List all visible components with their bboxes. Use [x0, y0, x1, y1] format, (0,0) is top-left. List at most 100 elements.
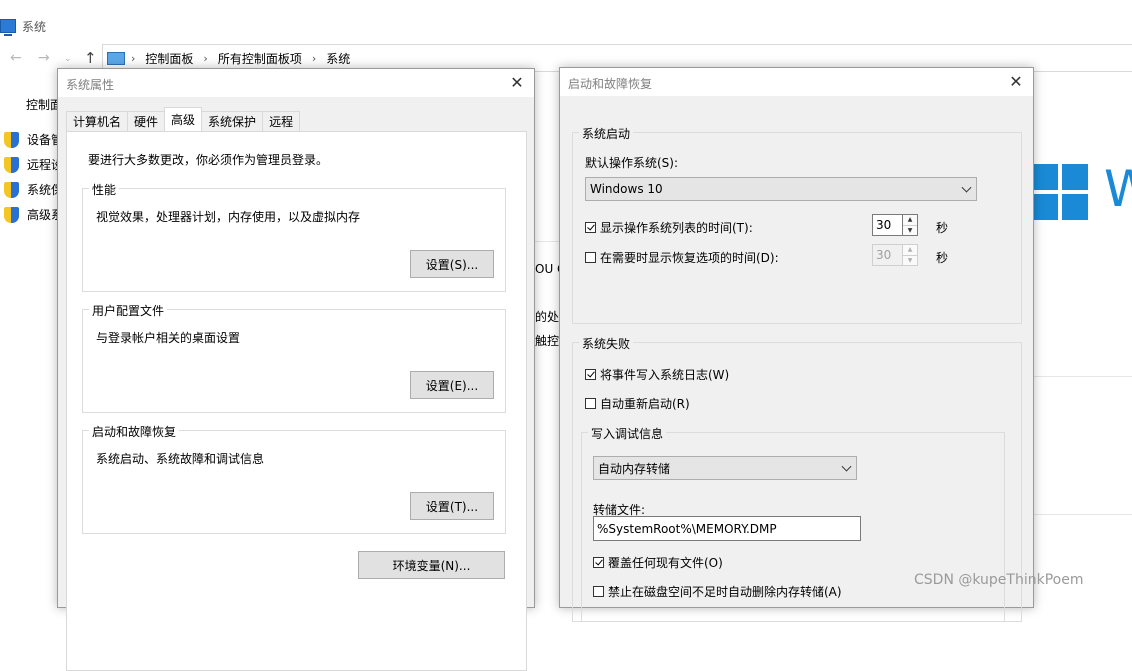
show-list-label: 显示操作系统列表的时间(T):	[600, 221, 753, 235]
default-os-value: Windows 10	[590, 182, 663, 196]
startup-recovery-settings-button[interactable]: 设置(T)...	[410, 492, 494, 520]
dialog-titlebar: 启动和故障恢复 ✕	[560, 68, 1033, 96]
computer-icon	[107, 51, 125, 65]
chevron-down-icon	[961, 182, 972, 193]
tab-hardware[interactable]: 硬件	[127, 111, 166, 131]
windows-logo-text: W	[1104, 160, 1132, 218]
spin-down-icon: ▼	[903, 255, 917, 265]
environment-variables-button[interactable]: 环境变量(N)...	[358, 551, 505, 579]
disable-auto-delete-checkbox[interactable]	[593, 586, 604, 597]
dialog-titlebar: 系统属性 ✕	[58, 69, 534, 97]
breadcrumb-item[interactable]: 所有控制面板项	[218, 50, 302, 67]
partial-text: 触控	[535, 334, 560, 348]
user-profiles-settings-button[interactable]: 设置(E)...	[410, 371, 494, 399]
divider	[1030, 514, 1132, 515]
window-title: 系统	[22, 19, 47, 34]
default-os-label: 默认操作系统(S):	[585, 156, 679, 170]
startup-recovery-group: 启动和故障恢复 系统启动、系统故障和调试信息 设置(T)...	[82, 423, 506, 534]
show-recovery-time-spinner: 30 ▲ ▼	[872, 244, 918, 266]
show-list-checkbox[interactable]	[585, 222, 596, 233]
sidebar-link-protection[interactable]: 系统保	[4, 181, 63, 198]
group-label: 系统失败	[579, 335, 634, 352]
partial-text: 的处	[535, 310, 560, 324]
tab-system-protection[interactable]: 系统保护	[201, 111, 264, 131]
group-description: 与登录帐户相关的桌面设置	[96, 331, 241, 345]
shield-icon	[4, 131, 19, 148]
system-properties-dialog: 系统属性 ✕ 计算机名 硬件 高级 系统保护 远程 要进行大多数更改，你必须作为…	[57, 68, 535, 671]
watermark: CSDN @kupeThinkPoem	[914, 572, 1084, 588]
dialog-title: 启动和故障恢复	[568, 77, 653, 91]
show-list-row: 显示操作系统列表的时间(T):	[585, 219, 753, 236]
show-list-time-value[interactable]: 30	[872, 214, 902, 236]
sidebar-link-device-manager[interactable]: 设备管	[4, 131, 63, 148]
overwrite-checkbox[interactable]	[593, 557, 604, 568]
show-recovery-row: 在需要时显示恢复选项的时间(D):	[585, 249, 779, 266]
sidebar-link-advanced[interactable]: 高级系	[4, 206, 63, 223]
group-description: 视觉效果，处理器计划，内存使用，以及虚拟内存	[96, 210, 361, 224]
tab-remote[interactable]: 远程	[262, 111, 301, 131]
shield-icon	[4, 206, 19, 223]
spin-down-icon[interactable]: ▼	[903, 225, 917, 235]
dump-file-input[interactable]: %SystemRoot%\MEMORY.DMP	[593, 516, 861, 541]
debug-info-group: 写入调试信息 自动内存转储 转储文件: %SystemRoot%\MEMORY.…	[581, 425, 1005, 622]
breadcrumb-separator-icon: ›	[203, 51, 208, 65]
write-event-row: 将事件写入系统日志(W)	[585, 366, 729, 383]
system-icon	[0, 19, 16, 36]
group-label: 系统启动	[579, 125, 634, 142]
breadcrumb-separator-icon: ›	[311, 51, 317, 65]
spin-up-icon[interactable]: ▲	[903, 215, 917, 226]
group-label: 启动和故障恢复	[89, 423, 180, 440]
breadcrumb-item[interactable]: 系统	[326, 50, 350, 67]
startup-recovery-dialog: 启动和故障恢复 ✕ 系统启动 默认操作系统(S): Windows 10 显示操…	[559, 67, 1034, 622]
disable-auto-delete-label: 禁止在磁盘空间不足时自动删除内存转储(A)	[608, 585, 842, 599]
group-label: 性能	[89, 181, 120, 198]
show-recovery-time-value: 30	[872, 244, 902, 266]
show-recovery-checkbox[interactable]	[585, 252, 596, 263]
sidebar-link-remote[interactable]: 远程设	[4, 156, 63, 173]
dialog-title: 系统属性	[66, 78, 115, 92]
overwrite-label: 覆盖任何现有文件(O)	[608, 556, 723, 570]
disable-auto-delete-row: 禁止在磁盘空间不足时自动删除内存转储(A)	[593, 583, 842, 600]
overwrite-row: 覆盖任何现有文件(O)	[593, 554, 723, 571]
auto-restart-row: 自动重新启动(R)	[585, 395, 690, 412]
dump-type-select[interactable]: 自动内存转储	[593, 456, 857, 480]
user-profiles-group: 用户配置文件 与登录帐户相关的桌面设置 设置(E)...	[82, 302, 506, 413]
tab-advanced[interactable]: 高级	[164, 107, 203, 131]
tab-computer-name[interactable]: 计算机名	[66, 111, 129, 131]
window-titlebar: 系统	[0, 14, 46, 38]
breadcrumb-separator-icon: ›	[131, 51, 136, 65]
auto-restart-checkbox[interactable]	[585, 398, 596, 409]
auto-restart-label: 自动重新启动(R)	[600, 397, 690, 411]
admin-note: 要进行大多数更改，你必须作为管理员登录。	[88, 153, 329, 167]
default-os-select[interactable]: Windows 10	[585, 177, 977, 201]
close-icon[interactable]: ✕	[506, 72, 528, 94]
forward-arrow-icon[interactable]: →	[38, 50, 50, 66]
breadcrumb: › 控制面板 › 所有控制面板项 › 系统	[131, 50, 350, 67]
performance-group: 性能 视觉效果，处理器计划，内存使用，以及虚拟内存 设置(S)...	[82, 181, 506, 292]
recent-chevron-icon[interactable]: ⌄	[64, 54, 72, 64]
system-startup-group: 系统启动 默认操作系统(S): Windows 10 显示操作系统列表的时间(T…	[572, 125, 1022, 324]
show-list-time-spinner[interactable]: 30 ▲ ▼	[872, 214, 918, 236]
back-arrow-icon[interactable]: ←	[10, 50, 22, 66]
close-icon[interactable]: ✕	[1005, 71, 1027, 93]
shield-icon	[4, 181, 19, 198]
dump-type-value: 自动内存转储	[598, 461, 671, 476]
group-label: 用户配置文件	[89, 302, 168, 319]
chevron-down-icon	[841, 461, 852, 472]
group-label: 写入调试信息	[588, 425, 667, 442]
tab-strip: 计算机名 硬件 高级 系统保护 远程	[66, 107, 301, 131]
spin-up-icon: ▲	[903, 245, 917, 256]
shield-icon	[4, 156, 19, 173]
group-description: 系统启动、系统故障和调试信息	[96, 452, 265, 466]
performance-settings-button[interactable]: 设置(S)...	[410, 250, 494, 278]
show-recovery-label: 在需要时显示恢复选项的时间(D):	[600, 251, 779, 265]
divider	[1030, 376, 1132, 377]
up-arrow-icon[interactable]: ↑	[84, 49, 97, 67]
breadcrumb-item[interactable]: 控制面板	[145, 50, 193, 67]
advanced-tab-panel: 要进行大多数更改，你必须作为管理员登录。 性能 视觉效果，处理器计划，内存使用，…	[66, 131, 527, 671]
seconds-label: 秒	[936, 251, 949, 265]
write-event-label: 将事件写入系统日志(W)	[600, 368, 730, 382]
windows-logo-icon	[1032, 164, 1088, 220]
write-event-checkbox[interactable]	[585, 369, 596, 380]
seconds-label: 秒	[936, 221, 949, 235]
